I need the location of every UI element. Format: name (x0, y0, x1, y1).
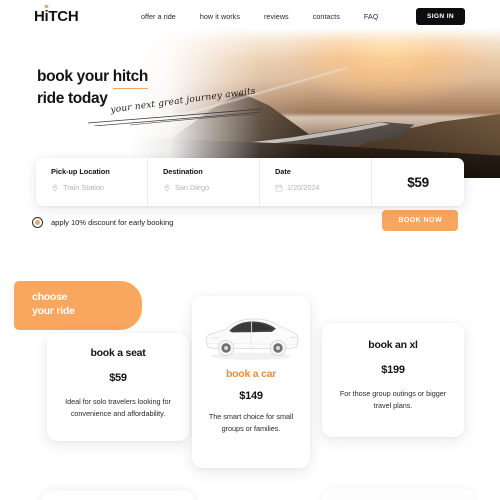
booking-field-destination[interactable]: Destination San Diego (148, 158, 260, 206)
map-pin-icon (163, 183, 171, 192)
book-now-button[interactable]: BOOK NOW (382, 210, 458, 231)
ride-card-seat-description: Ideal for solo travelers looking for con… (65, 397, 171, 419)
nav-item-how-it-works[interactable]: how it works (200, 12, 240, 21)
map-pin-icon (51, 183, 59, 192)
date-input[interactable]: 1/20/2024 (287, 183, 319, 192)
hero-headline-highlight: hitch (112, 66, 148, 90)
brand-logo-part2: TCH (48, 8, 79, 25)
ride-card-car-title: book a car (225, 368, 277, 380)
ride-card-seat-title: book a seat (90, 347, 146, 359)
ride-card-seat-price: $59 (109, 372, 127, 384)
booking-field-date[interactable]: Date 1/20/2024 (260, 158, 372, 206)
calendar-icon (275, 184, 283, 192)
nav-item-reviews[interactable]: reviews (264, 12, 289, 21)
ride-card-xl-price: $199 (381, 364, 405, 376)
next-section-card-left (42, 491, 194, 500)
brand-logo[interactable]: Hi TCH (34, 8, 79, 25)
discount-row: apply 10% discount for early booking BOO… (32, 210, 468, 234)
ride-card-xl-title: book an xl (368, 339, 418, 351)
main-navigation: offer a ride how it works reviews contac… (141, 12, 378, 21)
ride-card-xl[interactable]: book an xl $199 For those group outings … (322, 323, 464, 437)
ride-card-car-description: The smart choice for small groups or fam… (208, 412, 294, 434)
ride-card-seat[interactable]: book a seat $59 Ideal for solo travelers… (47, 333, 189, 441)
nav-item-faq[interactable]: FAQ (364, 12, 379, 21)
nav-item-contacts[interactable]: contacts (313, 12, 340, 21)
discount-radio-icon[interactable] (32, 216, 43, 228)
brand-logo-i: i (44, 8, 49, 25)
destination-value-row: San Diego (163, 183, 259, 192)
choose-your-ride-tag: choose your ride (14, 281, 142, 330)
pickup-location-input[interactable]: Train Station (63, 183, 104, 192)
next-section-card-right (322, 489, 474, 500)
booking-price: $59 (407, 174, 429, 190)
brand-logo-part1: H (34, 8, 45, 25)
booking-field-pickup-location[interactable]: Pick-up Location Train Station (36, 158, 148, 206)
date-label: Date (275, 167, 291, 176)
choose-your-ride-line-2: your ride (32, 304, 75, 317)
ride-card-car[interactable]: book a car $149 The smart choice for sma… (192, 296, 310, 468)
white-sedan-car-image (205, 318, 299, 360)
booking-search-bar: Pick-up Location Train Station Destinati… (36, 158, 464, 206)
pickup-location-label: Pick-up Location (51, 167, 110, 176)
hero-headline-prefix: book your (37, 68, 113, 85)
nav-item-offer-a-ride[interactable]: offer a ride (141, 12, 176, 21)
ride-card-car-price: $149 (239, 390, 263, 402)
discount-label: apply 10% discount for early booking (51, 217, 174, 227)
sign-in-button[interactable]: SIGN IN (416, 8, 465, 25)
date-value-row: 1/20/2024 (275, 183, 371, 192)
destination-input[interactable]: San Diego (175, 183, 209, 192)
destination-label: Destination (163, 167, 203, 176)
hero-headline-line-1: book your hitch (37, 66, 148, 90)
site-header: Hi TCH offer a ride how it works reviews … (0, 0, 500, 33)
pickup-location-value-row: Train Station (51, 183, 147, 192)
choose-your-ride-line-1: choose (32, 291, 68, 303)
ride-card-xl-description: For those group outings or bigger travel… (339, 389, 447, 411)
